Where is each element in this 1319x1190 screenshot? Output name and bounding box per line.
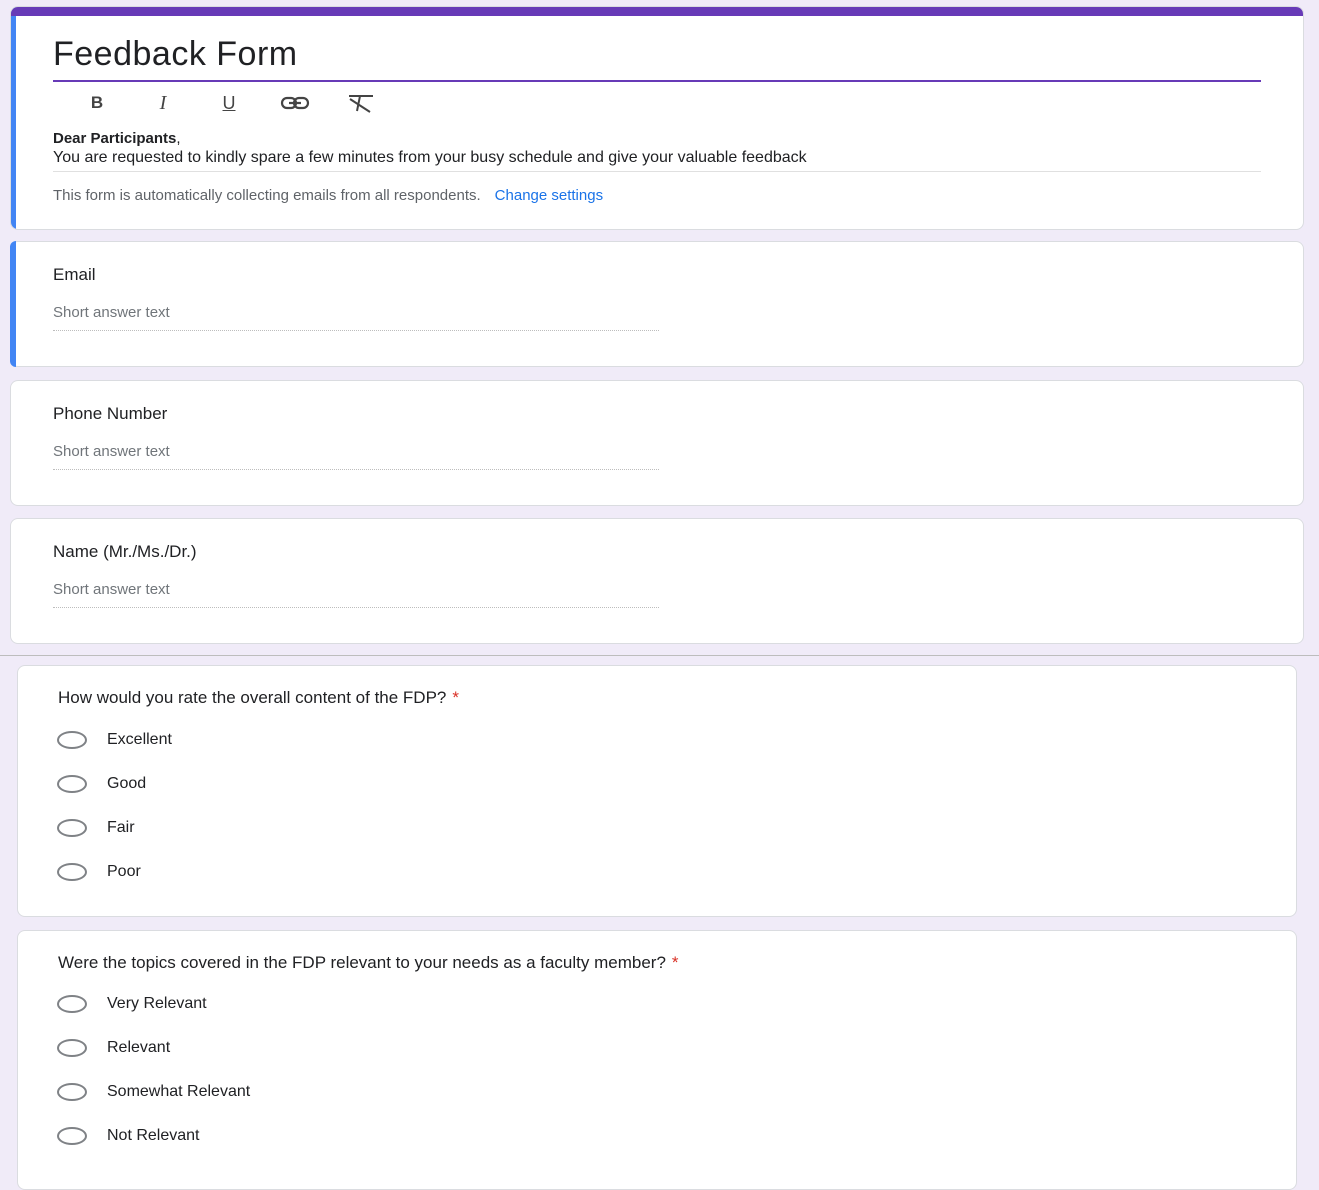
screenshot-divider: [0, 655, 1319, 656]
radio-button[interactable]: [57, 1083, 87, 1101]
question-title[interactable]: Phone Number: [53, 404, 167, 424]
greeting-comma: ,: [176, 130, 181, 147]
radio-option[interactable]: Somewhat Relevant: [57, 1083, 250, 1101]
theme-color-bar: [11, 7, 1303, 16]
radio-option[interactable]: Very Relevant: [57, 995, 207, 1013]
option-label: Good: [107, 775, 147, 792]
description-greeting: Dear Participants,: [53, 130, 181, 147]
italic-button[interactable]: I: [141, 91, 185, 115]
option-label: Not Relevant: [107, 1127, 200, 1144]
question-title-text: Were the topics covered in the FDP relev…: [58, 953, 666, 972]
option-label: Fair: [107, 819, 135, 836]
bold-button[interactable]: B: [75, 91, 119, 115]
clear-formatting-button[interactable]: [339, 91, 383, 115]
form-title[interactable]: Feedback Form: [53, 35, 298, 74]
required-asterisk: *: [671, 953, 679, 972]
radio-option[interactable]: Not Relevant: [57, 1127, 200, 1145]
change-settings-link[interactable]: Change settings: [495, 187, 603, 204]
question-card-content-rating[interactable]: How would you rate the overall content o…: [17, 665, 1297, 917]
underline-button[interactable]: U: [207, 91, 251, 115]
option-label: Relevant: [107, 1039, 171, 1056]
question-card-name[interactable]: Name (Mr./Ms./Dr.) Short answer text: [10, 518, 1304, 644]
radio-option[interactable]: Excellent: [57, 731, 172, 749]
radio-button[interactable]: [57, 1039, 87, 1057]
form-description[interactable]: You are requested to kindly spare a few …: [53, 149, 807, 167]
question-card-email[interactable]: Email Short answer text: [10, 241, 1304, 367]
option-label: Very Relevant: [107, 995, 207, 1012]
short-answer-input: Short answer text: [53, 304, 659, 331]
radio-button[interactable]: [57, 731, 87, 749]
question-card-topic-relevance[interactable]: Were the topics covered in the FDP relev…: [17, 930, 1297, 1190]
question-title[interactable]: Were the topics covered in the FDP relev…: [58, 953, 679, 973]
radio-option[interactable]: Good: [57, 775, 146, 793]
question-title-text: How would you rate the overall content o…: [58, 688, 447, 707]
radio-button[interactable]: [57, 775, 87, 793]
option-label: Somewhat Relevant: [107, 1083, 251, 1100]
question-card-phone-number[interactable]: Phone Number Short answer text: [10, 380, 1304, 506]
question-title[interactable]: How would you rate the overall content o…: [58, 688, 459, 708]
email-collection-note: This form is automatically collecting em…: [53, 187, 603, 204]
clear-formatting-icon: [349, 95, 373, 113]
radio-option[interactable]: Poor: [57, 863, 141, 881]
required-asterisk: *: [452, 688, 460, 707]
short-answer-input: Short answer text: [53, 581, 659, 608]
form-header-card[interactable]: Feedback Form B I U Dear Participants, Y…: [10, 6, 1304, 230]
option-label: Poor: [107, 863, 141, 880]
radio-option[interactable]: Fair: [57, 819, 135, 837]
email-collection-text: This form is automatically collecting em…: [53, 187, 481, 204]
text-format-toolbar: B I U: [75, 91, 405, 115]
radio-button[interactable]: [57, 1127, 87, 1145]
radio-button[interactable]: [57, 819, 87, 837]
radio-button[interactable]: [57, 863, 87, 881]
description-underline: [53, 171, 1261, 172]
link-button[interactable]: [273, 91, 317, 115]
radio-option[interactable]: Relevant: [57, 1039, 170, 1057]
title-underline: [53, 80, 1261, 82]
option-label: Excellent: [107, 731, 172, 748]
radio-button[interactable]: [57, 995, 87, 1013]
short-answer-input: Short answer text: [53, 443, 659, 470]
question-title[interactable]: Name (Mr./Ms./Dr.): [53, 542, 197, 562]
link-icon: [280, 96, 310, 110]
question-title[interactable]: Email: [53, 265, 96, 285]
greeting-text: Dear Participants: [53, 130, 177, 147]
